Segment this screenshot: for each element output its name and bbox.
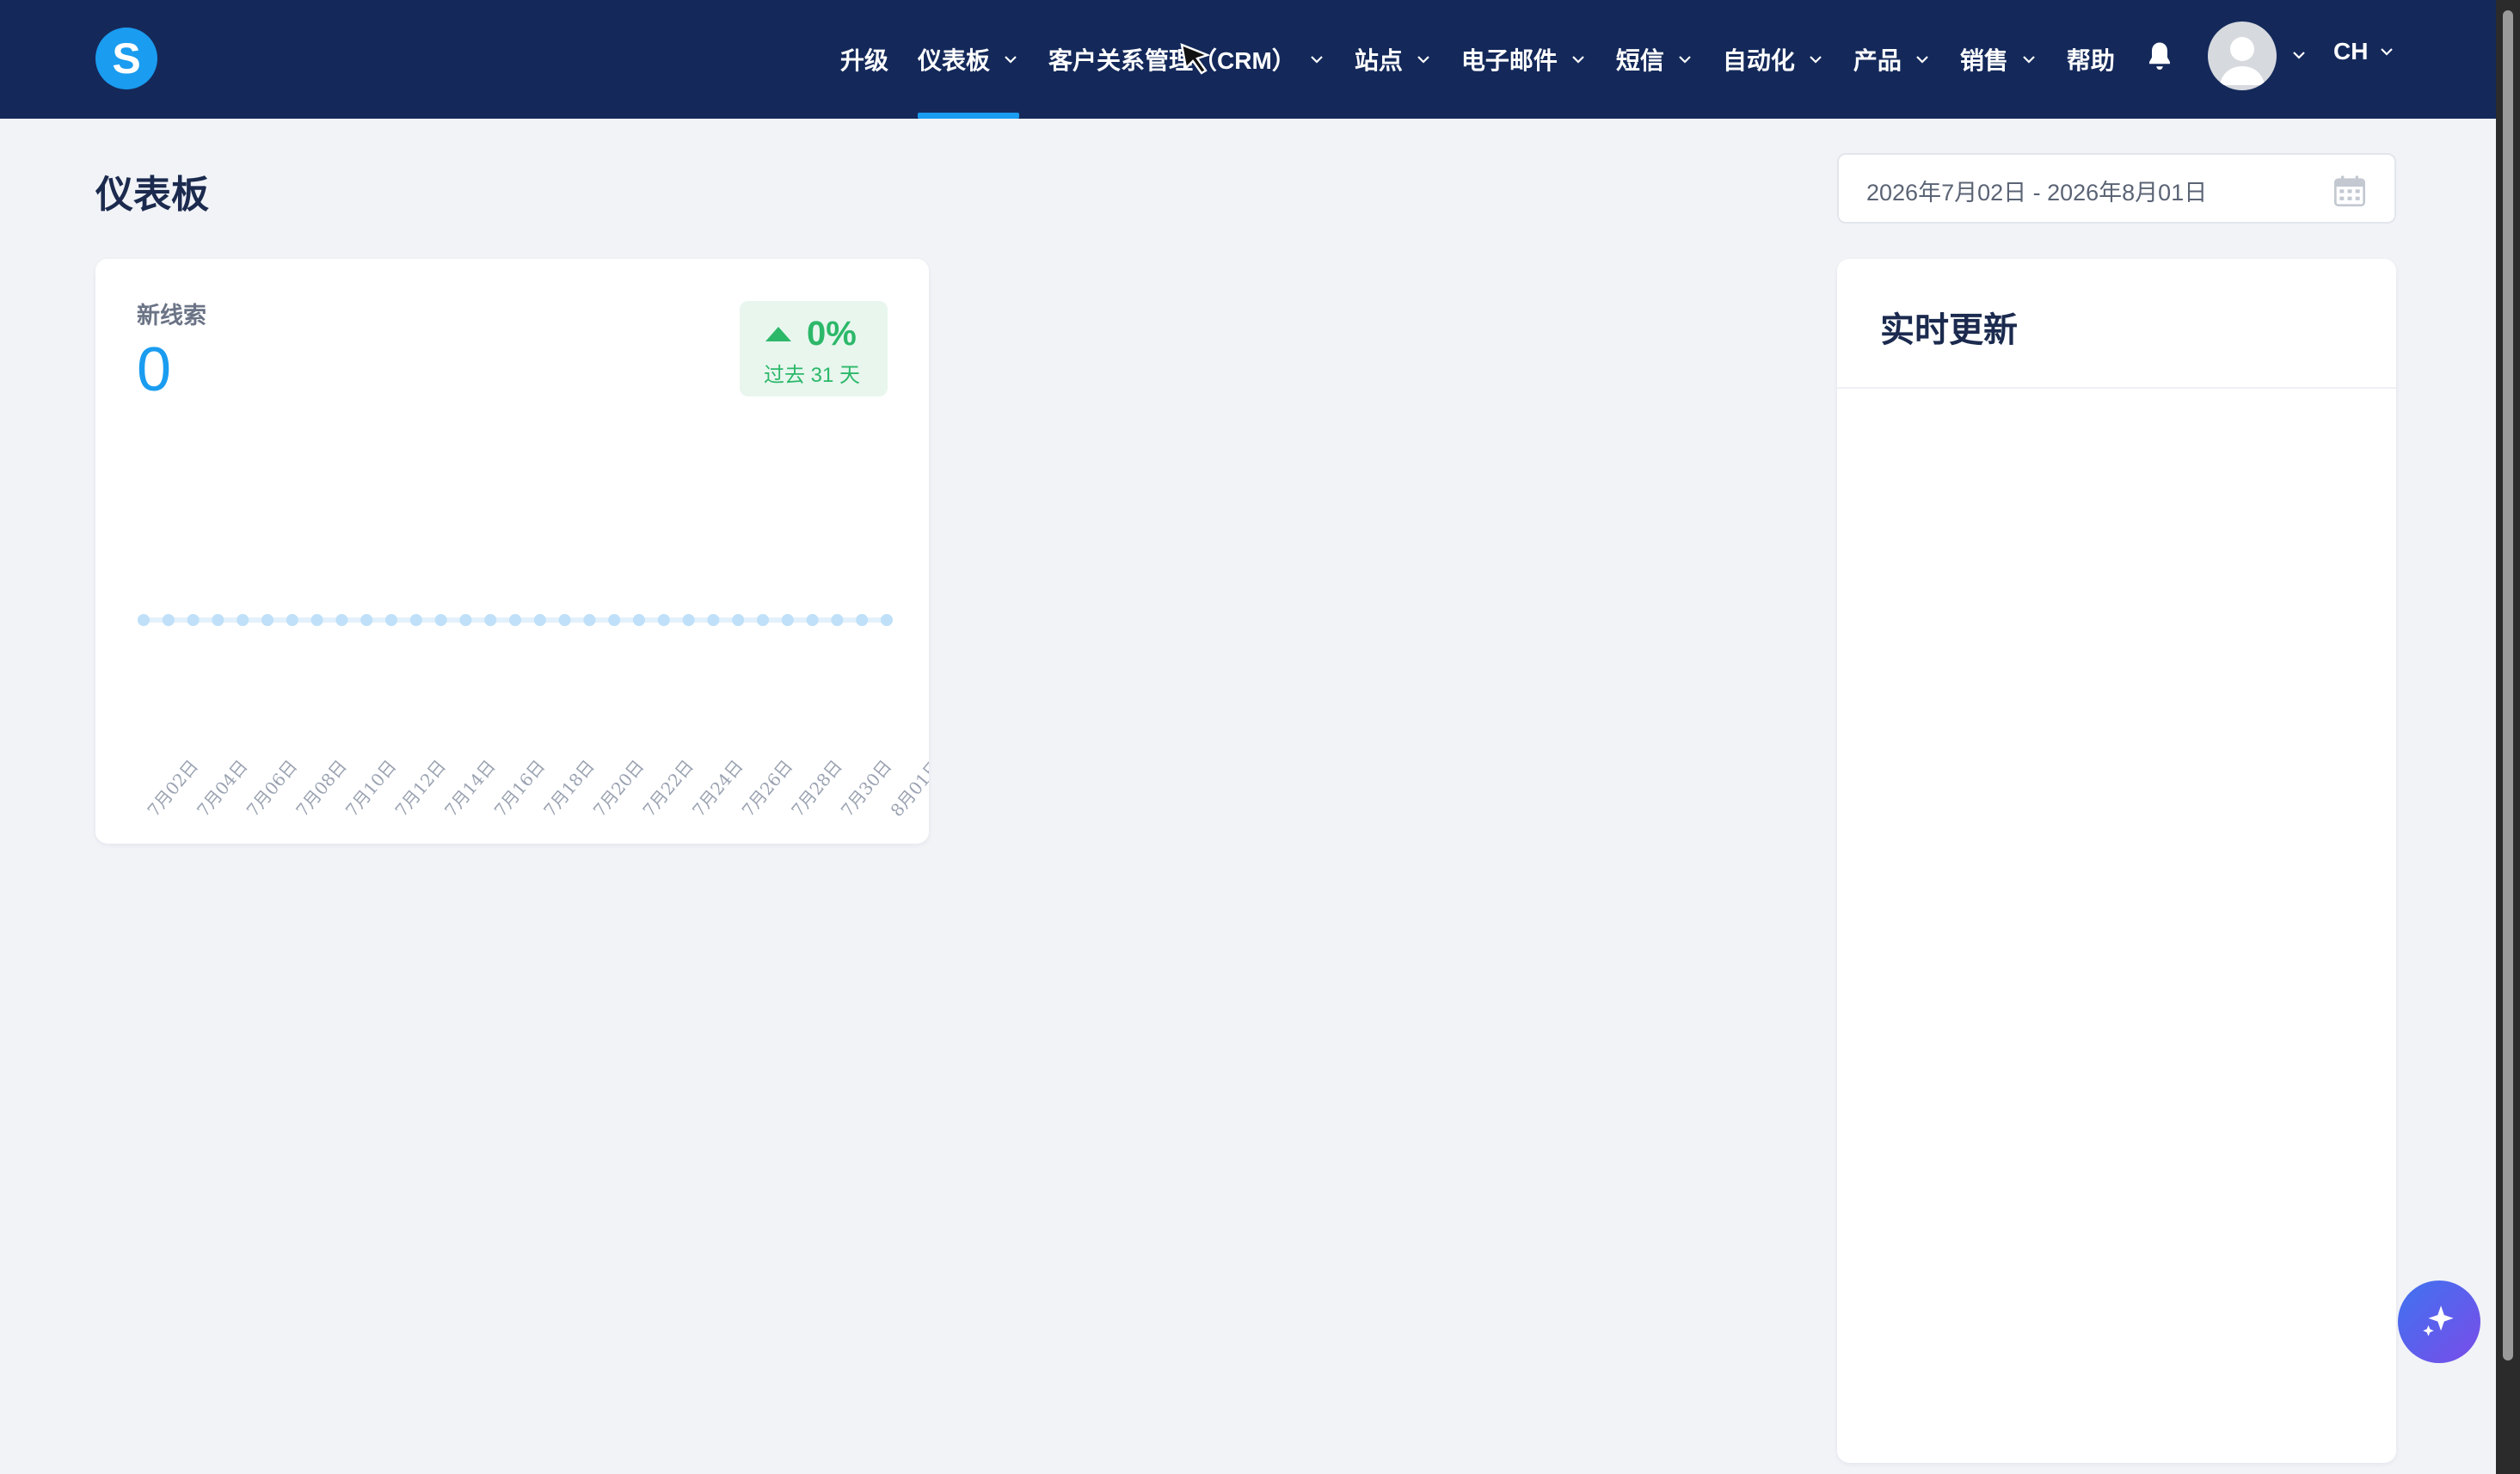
data-point xyxy=(707,614,720,626)
x-tick-label: 8月01日 xyxy=(886,756,929,820)
nav-item-1[interactable]: 仪表板 xyxy=(918,0,1020,119)
page-title: 仪表板 xyxy=(95,174,209,216)
user-silhouette-icon xyxy=(2220,37,2265,85)
new-leads-card: 新线索 0 0% 过去 31 天 7月02日 7月04日 7月06日 7月08日 7月1… xyxy=(95,259,929,844)
nav-item-label: 仪表板 xyxy=(918,47,991,74)
data-point xyxy=(533,614,546,626)
avatar[interactable] xyxy=(2208,21,2277,90)
chevron-down-icon xyxy=(2381,48,2394,56)
app-logo[interactable]: S xyxy=(95,28,157,89)
data-point xyxy=(757,614,769,626)
nav-item-8[interactable]: 销售 xyxy=(1960,0,2038,119)
x-tick-label: 7月30日 xyxy=(837,756,896,820)
data-point xyxy=(657,614,670,626)
chevron-down-icon xyxy=(1679,56,1691,64)
x-tick-label: 7月26日 xyxy=(738,756,797,820)
data-point xyxy=(286,614,298,626)
language-label: CH xyxy=(2333,38,2369,64)
x-tick-label: 7月14日 xyxy=(440,756,500,820)
data-point xyxy=(162,614,175,626)
nav-item-3[interactable]: 站点 xyxy=(1355,0,1432,119)
data-point xyxy=(459,614,472,626)
chevron-down-icon[interactable] xyxy=(2290,46,2308,64)
divider xyxy=(1837,387,2396,389)
data-point xyxy=(781,614,794,626)
data-point xyxy=(856,614,869,626)
nav-item-7[interactable]: 产品 xyxy=(1853,0,1931,119)
nav-item-0[interactable]: 升级 xyxy=(840,0,888,119)
data-point xyxy=(881,614,893,626)
nav-item-label: 客户关系管理（CRM） xyxy=(1048,47,1296,74)
data-point xyxy=(732,614,745,626)
x-tick-label: 7月08日 xyxy=(292,756,351,820)
leads-line-chart: 7月02日7月04日7月06日7月08日7月10日7月12日7月14日7月16日… xyxy=(138,614,929,820)
data-point xyxy=(409,614,422,626)
chevron-down-icon xyxy=(1572,56,1584,64)
nav-item-label: 升级 xyxy=(840,47,889,74)
nav-item-label: 电子邮件 xyxy=(1460,47,1558,74)
nav-item-9[interactable]: 帮助 xyxy=(2067,0,2115,119)
x-tick-label: 7月02日 xyxy=(143,756,202,820)
realtime-title: 实时更新 xyxy=(1880,311,2018,349)
x-tick-label: 7月18日 xyxy=(539,756,599,820)
data-point xyxy=(335,614,348,626)
scrollbar-thumb[interactable] xyxy=(2503,10,2513,1360)
date-range-picker[interactable]: 2026年7月02日 - 2026年8月01日 xyxy=(1837,153,2396,224)
x-tick-label: 7月16日 xyxy=(490,756,550,820)
x-tick-label: 7月10日 xyxy=(341,756,401,820)
ai-assistant-button[interactable] xyxy=(2398,1281,2480,1363)
main-nav: 升级 仪表板 客户关系管理（CRM） 站点 电子邮件 短信 自动化 产品 销售 帮助 xyxy=(840,0,2144,119)
x-tick-label: 7月28日 xyxy=(787,756,846,820)
bell-icon[interactable] xyxy=(2144,40,2175,74)
nav-item-label: 帮助 xyxy=(2066,47,2115,74)
data-point xyxy=(806,614,819,626)
x-tick-label: 7月04日 xyxy=(193,756,252,820)
date-range-value: 2026年7月02日 - 2026年8月01日 xyxy=(1866,180,2208,206)
data-point xyxy=(310,614,323,626)
chevron-down-icon xyxy=(1810,56,1822,64)
data-point xyxy=(212,614,224,626)
data-point xyxy=(608,614,621,626)
chevron-down-icon xyxy=(1311,56,1323,64)
chevron-down-icon xyxy=(1417,56,1429,64)
nav-item-6[interactable]: 自动化 xyxy=(1723,0,1824,119)
x-tick-label: 7月22日 xyxy=(638,756,698,820)
chevron-down-icon xyxy=(1916,56,1928,64)
data-point xyxy=(682,614,695,626)
logo-letter: S xyxy=(112,34,141,83)
data-point xyxy=(360,614,373,626)
nav-item-label: 站点 xyxy=(1354,47,1403,74)
x-tick-label: 7月20日 xyxy=(589,756,648,820)
chevron-down-icon xyxy=(1005,56,1017,64)
x-tick-label: 7月24日 xyxy=(688,756,747,820)
x-tick-label: 7月12日 xyxy=(390,756,450,820)
data-point xyxy=(633,614,645,626)
data-point xyxy=(261,614,274,626)
data-point xyxy=(237,614,249,626)
language-selector[interactable]: CH xyxy=(2333,38,2395,65)
data-point xyxy=(509,614,521,626)
data-point xyxy=(434,614,447,626)
nav-item-label: 自动化 xyxy=(1722,47,1795,74)
data-point xyxy=(138,614,150,626)
nav-item-4[interactable]: 电子邮件 xyxy=(1461,0,1587,119)
data-point xyxy=(831,614,844,626)
chevron-down-icon xyxy=(2023,56,2035,64)
realtime-updates-panel: 实时更新 xyxy=(1837,259,2396,1463)
data-point xyxy=(385,614,397,626)
nav-item-5[interactable]: 短信 xyxy=(1616,0,1693,119)
calendar-icon xyxy=(2334,175,2365,206)
data-point xyxy=(187,614,200,626)
mouse-cursor-icon xyxy=(1180,43,1211,75)
sparkle-icon xyxy=(2423,1305,2454,1336)
data-point xyxy=(558,614,571,626)
nav-item-label: 短信 xyxy=(1615,47,1664,74)
nav-item-label: 产品 xyxy=(1853,47,1902,74)
data-point xyxy=(583,614,596,626)
x-tick-label: 7月06日 xyxy=(243,756,302,820)
top-navbar: S 升级 仪表板 客户关系管理（CRM） 站点 电子邮件 短信 自动化 产品 销售 帮助 CH xyxy=(0,0,2496,119)
data-point xyxy=(484,614,497,626)
nav-item-label: 销售 xyxy=(1959,47,2008,74)
